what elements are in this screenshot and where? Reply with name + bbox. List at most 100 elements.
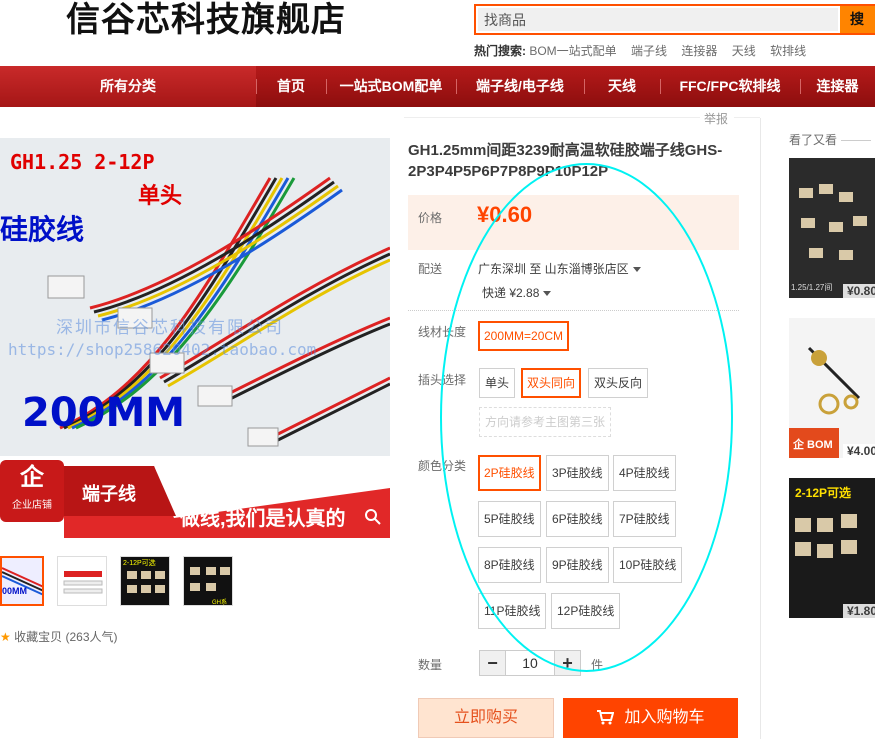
price-box bbox=[408, 195, 739, 250]
nav-antenna[interactable]: 天线 bbox=[584, 66, 660, 107]
hot-search: 热门搜索: BOM一站式配单 端子线 连接器 天线 软排线 bbox=[474, 42, 817, 59]
search-input[interactable]: 找商品 bbox=[478, 8, 838, 31]
recommended-item-price: ¥0.80 bbox=[842, 284, 875, 298]
recommended-item-caption: 企 BOM bbox=[793, 439, 833, 451]
color-option[interactable]: 5P硅胶线 bbox=[478, 501, 541, 537]
image-spec-text: GH1.25 2-12P bbox=[10, 150, 155, 174]
shipping-fee[interactable]: 快递 ¥2.88 bbox=[482, 284, 552, 301]
banner-slogan: 做线,我们是认真的 bbox=[180, 508, 346, 530]
color-option[interactable]: 8P硅胶线 bbox=[478, 547, 541, 583]
recommended-item-caption: 2-12P可选 bbox=[795, 486, 852, 500]
divider bbox=[408, 310, 739, 311]
nav-home[interactable]: 首页 bbox=[256, 66, 326, 107]
chevron-down-icon bbox=[632, 267, 641, 273]
thumbnail-text: GH系列 bbox=[212, 600, 228, 606]
color-option[interactable]: 3P硅胶线 bbox=[546, 455, 609, 491]
zoom-icon[interactable] bbox=[364, 508, 382, 526]
shipping-fee-text: 快递 ¥2.88 bbox=[482, 286, 540, 300]
length-option[interactable]: 200MM=20CM bbox=[478, 321, 570, 351]
plug-option[interactable]: 双头反向 bbox=[588, 368, 649, 398]
quantity-increase-button[interactable]: + bbox=[554, 650, 581, 676]
color-option[interactable]: 6P硅胶线 bbox=[546, 501, 609, 537]
price-value: ¥0.60 bbox=[477, 202, 533, 227]
quantity-decrease-button[interactable]: − bbox=[479, 650, 506, 676]
color-option[interactable]: 12P硅胶线 bbox=[551, 593, 621, 629]
recommended-item-price: ¥4.00 bbox=[842, 444, 875, 458]
search-box: 找商品 搜 bbox=[474, 4, 875, 35]
image-watermark-company: 深圳市信谷芯科技有限公司 bbox=[56, 318, 284, 337]
thumbnail-strip: 00MM 2-12P可选 GH系列 bbox=[0, 556, 246, 606]
add-to-cart-label: 加入购物车 bbox=[624, 709, 705, 726]
favorite-count: (263人气) bbox=[65, 630, 118, 644]
color-option[interactable]: 9P硅胶线 bbox=[546, 547, 609, 583]
recommended-item-image bbox=[789, 158, 875, 298]
recommended-item[interactable]: 2-12P可选 ¥1.80 bbox=[789, 478, 875, 618]
quantity-input[interactable]: 10 bbox=[506, 650, 554, 676]
hot-link[interactable]: BOM一站式配单 bbox=[529, 44, 616, 58]
main-product-image[interactable]: GH1.25 2-12P 单头 硅胶线 深圳市信谷芯科技有限公司 https:/… bbox=[0, 138, 390, 538]
image-length-text: 200MM bbox=[22, 390, 186, 436]
badge-label: 企业店铺 bbox=[12, 500, 52, 511]
color-option[interactable]: 2P硅胶线 bbox=[478, 455, 541, 491]
color-label: 颜色分类 bbox=[418, 459, 467, 473]
banner-title: 端子线 bbox=[82, 484, 136, 504]
hot-search-label: 热门搜索: bbox=[474, 44, 526, 58]
thumbnail-2[interactable] bbox=[57, 556, 107, 606]
color-option[interactable]: 10P硅胶线 bbox=[613, 547, 683, 583]
report-link[interactable]: 举报 bbox=[403, 110, 761, 127]
product-title: GH1.25mm间距3239耐高温软硅胶端子线GHS-2P3P4P5P6P7P8… bbox=[408, 142, 723, 180]
plug-option-note: 方向请参考主图第三张 bbox=[479, 407, 612, 437]
sidebar-divider bbox=[760, 118, 761, 739]
thumbnail-image bbox=[2, 558, 42, 604]
thumbnail-1[interactable]: 00MM bbox=[0, 556, 44, 606]
plug-option[interactable]: 单头 bbox=[479, 368, 516, 398]
quantity-label: 数量 bbox=[418, 658, 443, 672]
length-label: 线材长度 bbox=[418, 325, 467, 339]
search-button[interactable]: 搜 bbox=[840, 6, 875, 33]
nav-bom[interactable]: 一站式BOM配单 bbox=[326, 66, 456, 107]
price-text: ¥0.80 bbox=[846, 284, 875, 298]
product-photo: GH1.25 2-12P 单头 硅胶线 深圳市信谷芯科技有限公司 https:/… bbox=[0, 138, 390, 456]
color-option[interactable]: 11P硅胶线 bbox=[478, 593, 547, 629]
enterprise-badge: 企 企业店铺 bbox=[0, 460, 64, 522]
shipping-label: 配送 bbox=[418, 262, 443, 276]
image-head-text: 单头 bbox=[138, 184, 183, 209]
recommended-item[interactable]: 1.25/1.27间 ¥0.80 bbox=[789, 158, 875, 298]
nav-ffc-fpc[interactable]: FFC/FPC软排线 bbox=[660, 66, 800, 107]
recommended-item-price: ¥1.80 bbox=[842, 604, 875, 618]
price-label: 价格 bbox=[418, 211, 443, 225]
badge-symbol: 企 bbox=[20, 464, 44, 491]
shipping-destination[interactable]: 广东深圳 至 山东淄博张店区 bbox=[478, 260, 641, 277]
thumbnail-text: 00MM bbox=[2, 586, 28, 596]
shop-nav: 所有分类 首页 一站式BOM配单 端子线/电子线 天线 FFC/FPC软排线 连… bbox=[0, 66, 875, 107]
thumbnail-image bbox=[58, 557, 106, 605]
nav-connector[interactable]: 连接器 bbox=[800, 66, 875, 107]
hot-link[interactable]: 连接器 bbox=[681, 44, 717, 58]
image-banner: 企 企业店铺 端子线 做线,我们是认真的 bbox=[0, 458, 390, 538]
plug-label: 插头选择 bbox=[418, 373, 467, 387]
star-icon: ★ bbox=[0, 630, 11, 644]
recommended-item[interactable]: 企 BOM ¥4.00 bbox=[789, 318, 875, 458]
favorite-item[interactable]: ★ 收藏宝贝 (263人气) bbox=[0, 628, 117, 645]
thumbnail-text: 2-12P可选 bbox=[123, 560, 156, 567]
sidebar-title: 看了又看 bbox=[789, 131, 871, 148]
thumbnail-3[interactable]: 2-12P可选 bbox=[120, 556, 170, 606]
hot-link[interactable]: 端子线 bbox=[631, 44, 667, 58]
nav-all-categories[interactable]: 所有分类 bbox=[0, 66, 256, 107]
shop-name[interactable]: 信谷芯科技旗舰店 bbox=[66, 0, 346, 41]
color-option[interactable]: 4P硅胶线 bbox=[613, 455, 676, 491]
plug-option[interactable]: 双头同向 bbox=[521, 368, 582, 398]
nav-terminal-wire[interactable]: 端子线/电子线 bbox=[456, 66, 584, 107]
add-to-cart-button[interactable]: 加入购物车 bbox=[563, 698, 738, 738]
hot-link[interactable]: 软排线 bbox=[770, 44, 806, 58]
chevron-down-icon bbox=[543, 291, 552, 297]
buy-now-button[interactable]: 立即购买 bbox=[418, 698, 554, 738]
image-watermark-url: https://shop258620402.taobao.com bbox=[8, 340, 317, 359]
cart-icon bbox=[597, 710, 615, 725]
thumbnail-4[interactable]: GH系列 bbox=[183, 556, 233, 606]
hot-link[interactable]: 天线 bbox=[732, 44, 756, 58]
image-material-text: 硅胶线 bbox=[0, 213, 85, 246]
price-text: ¥1.80 bbox=[846, 604, 875, 618]
favorite-label: 收藏宝贝 bbox=[14, 630, 63, 644]
color-option[interactable]: 7P硅胶线 bbox=[613, 501, 676, 537]
